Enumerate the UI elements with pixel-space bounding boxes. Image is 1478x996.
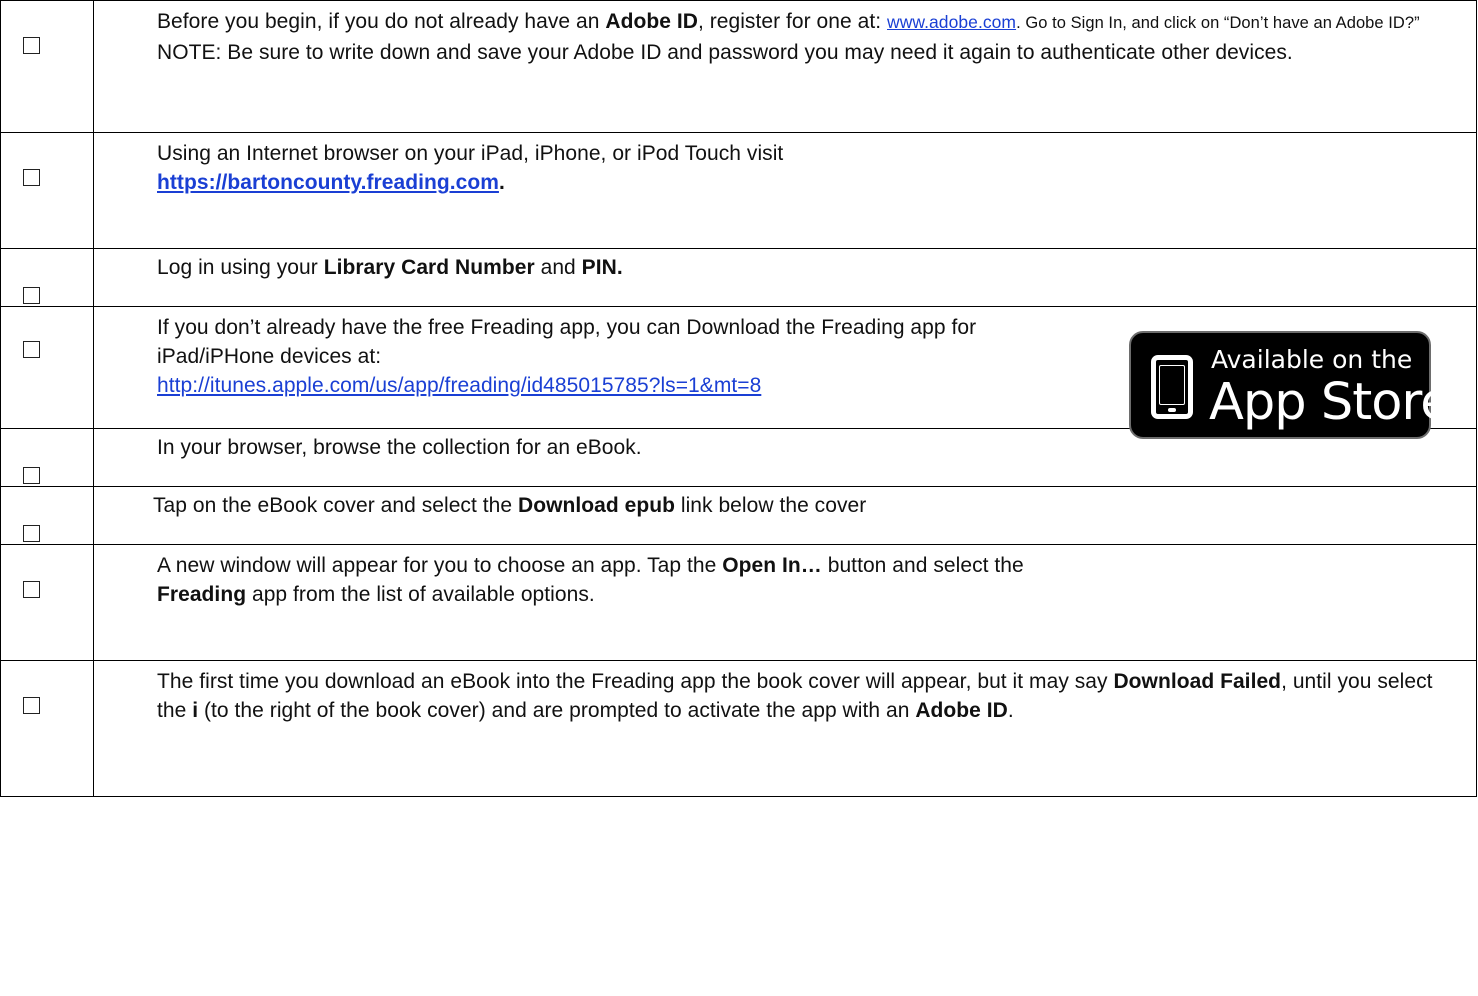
step-checkbox[interactable] [23, 37, 40, 54]
url-link[interactable]: www.adobe.com [887, 12, 1016, 32]
step-checkbox[interactable] [23, 467, 40, 484]
text-run: Tap on the eBook cover and select the [153, 494, 518, 517]
text-run: iPad/iPHone devices at: [157, 345, 382, 368]
text-run: link below the cover [674, 494, 867, 517]
text-run: button and select the [821, 554, 1024, 577]
text-run: The first time you download an eBook int… [157, 670, 1114, 693]
instruction-text: A new window will appear for you to choo… [157, 551, 1457, 609]
app-store-badge[interactable]: Available on the App Store [1129, 331, 1452, 439]
bold-text: Freading [157, 583, 247, 606]
checklist-row: If you don’t already have the free Fread… [0, 306, 1477, 439]
instruction-cell: If you don’t already have the free Fread… [93, 306, 1477, 439]
step-checkbox[interactable] [23, 169, 40, 186]
checkbox-cell [0, 132, 94, 249]
instruction-text: Before you begin, if you do not already … [157, 7, 1457, 67]
text-run: . [1007, 699, 1014, 722]
instruction-cell: Using an Internet browser on your iPad, … [93, 132, 1477, 249]
bold-text: Library Card Number [323, 256, 535, 279]
checklist-body: Before you begin, if you do not already … [0, 0, 1477, 797]
instruction-cell: Log in using your Library Card Number an… [93, 248, 1477, 307]
checklist-row: Using an Internet browser on your iPad, … [0, 132, 1477, 249]
checkbox-cell [0, 306, 94, 429]
text-run: Using an Internet browser on your iPad, … [157, 142, 784, 165]
phone-icon [1151, 355, 1193, 419]
instruction-text: Log in using your Library Card Number an… [157, 253, 1457, 282]
bold-text: Download epub [517, 494, 675, 517]
checklist-row: Before you begin, if you do not already … [0, 0, 1477, 133]
instruction-cell: In your browser, browse the collection f… [93, 428, 1477, 487]
badge-store-name: App Store [1209, 373, 1452, 432]
text-run: If you don’t already have the free Fread… [157, 316, 977, 339]
step-checkbox[interactable] [23, 581, 40, 598]
instruction-text: The first time you download an eBook int… [157, 667, 1467, 725]
checkbox-cell [0, 486, 94, 545]
text-run: In your browser, browse the collection f… [157, 436, 642, 459]
checklist-row: Tap on the eBook cover and select the Do… [0, 486, 1477, 545]
step-checkbox[interactable] [23, 525, 40, 542]
checkbox-cell [0, 428, 94, 487]
checklist-table: Before you begin, if you do not already … [0, 0, 1477, 797]
bold-text: Download Failed [1113, 670, 1282, 693]
instruction-text: Using an Internet browser on your iPad, … [157, 139, 1457, 197]
url-link[interactable]: https://bartoncounty.freading.com [157, 171, 499, 194]
url-link[interactable]: http://itunes.apple.com/us/app/freading/… [157, 374, 761, 397]
checklist-row: In your browser, browse the collection f… [0, 428, 1477, 487]
text-run: , register for one at: [697, 10, 888, 33]
text-run: (to the right of the book cover) and are… [198, 699, 916, 722]
checkbox-cell [0, 544, 94, 661]
text-run: Log in using your [157, 256, 324, 279]
instruction-cell: Before you begin, if you do not already … [93, 0, 1477, 133]
bold-text: . [498, 171, 505, 194]
instruction-text: In your browser, browse the collection f… [157, 433, 1457, 462]
text-run: NOTE: Be sure to write down and save you… [157, 41, 1293, 64]
instruction-cell: The first time you download an eBook int… [93, 660, 1477, 797]
text-run: A new window will appear for you to choo… [157, 554, 723, 577]
checklist-row: The first time you download an eBook int… [0, 660, 1477, 797]
step-checkbox[interactable] [23, 287, 40, 304]
bold-text: Adobe ID [915, 699, 1008, 722]
text-run: . Go to Sign In, and click on “Don’t hav… [1016, 14, 1420, 32]
text-run: Before you begin, if you do not already … [157, 10, 606, 33]
badge-caption: Available on the [1211, 345, 1413, 374]
text-run: app from the list of available options. [246, 583, 595, 606]
checkbox-cell [0, 660, 94, 797]
text-run: and [534, 256, 582, 279]
instruction-text: If you don’t already have the free Fread… [157, 313, 1157, 400]
checklist-row: A new window will appear for you to choo… [0, 544, 1477, 661]
bold-text: Open In… [722, 554, 822, 577]
step-checkbox[interactable] [23, 697, 40, 714]
instruction-cell: A new window will appear for you to choo… [93, 544, 1477, 661]
checkbox-cell [0, 248, 94, 307]
document-page: Before you begin, if you do not already … [0, 0, 1478, 996]
instruction-cell: Tap on the eBook cover and select the Do… [93, 486, 1477, 545]
bold-text: Adobe ID [605, 10, 698, 33]
checkbox-cell [0, 0, 94, 133]
instruction-text: Tap on the eBook cover and select the Do… [153, 491, 1453, 520]
step-checkbox[interactable] [23, 341, 40, 358]
checklist-row: Log in using your Library Card Number an… [0, 248, 1477, 307]
bold-text: PIN. [581, 256, 623, 279]
